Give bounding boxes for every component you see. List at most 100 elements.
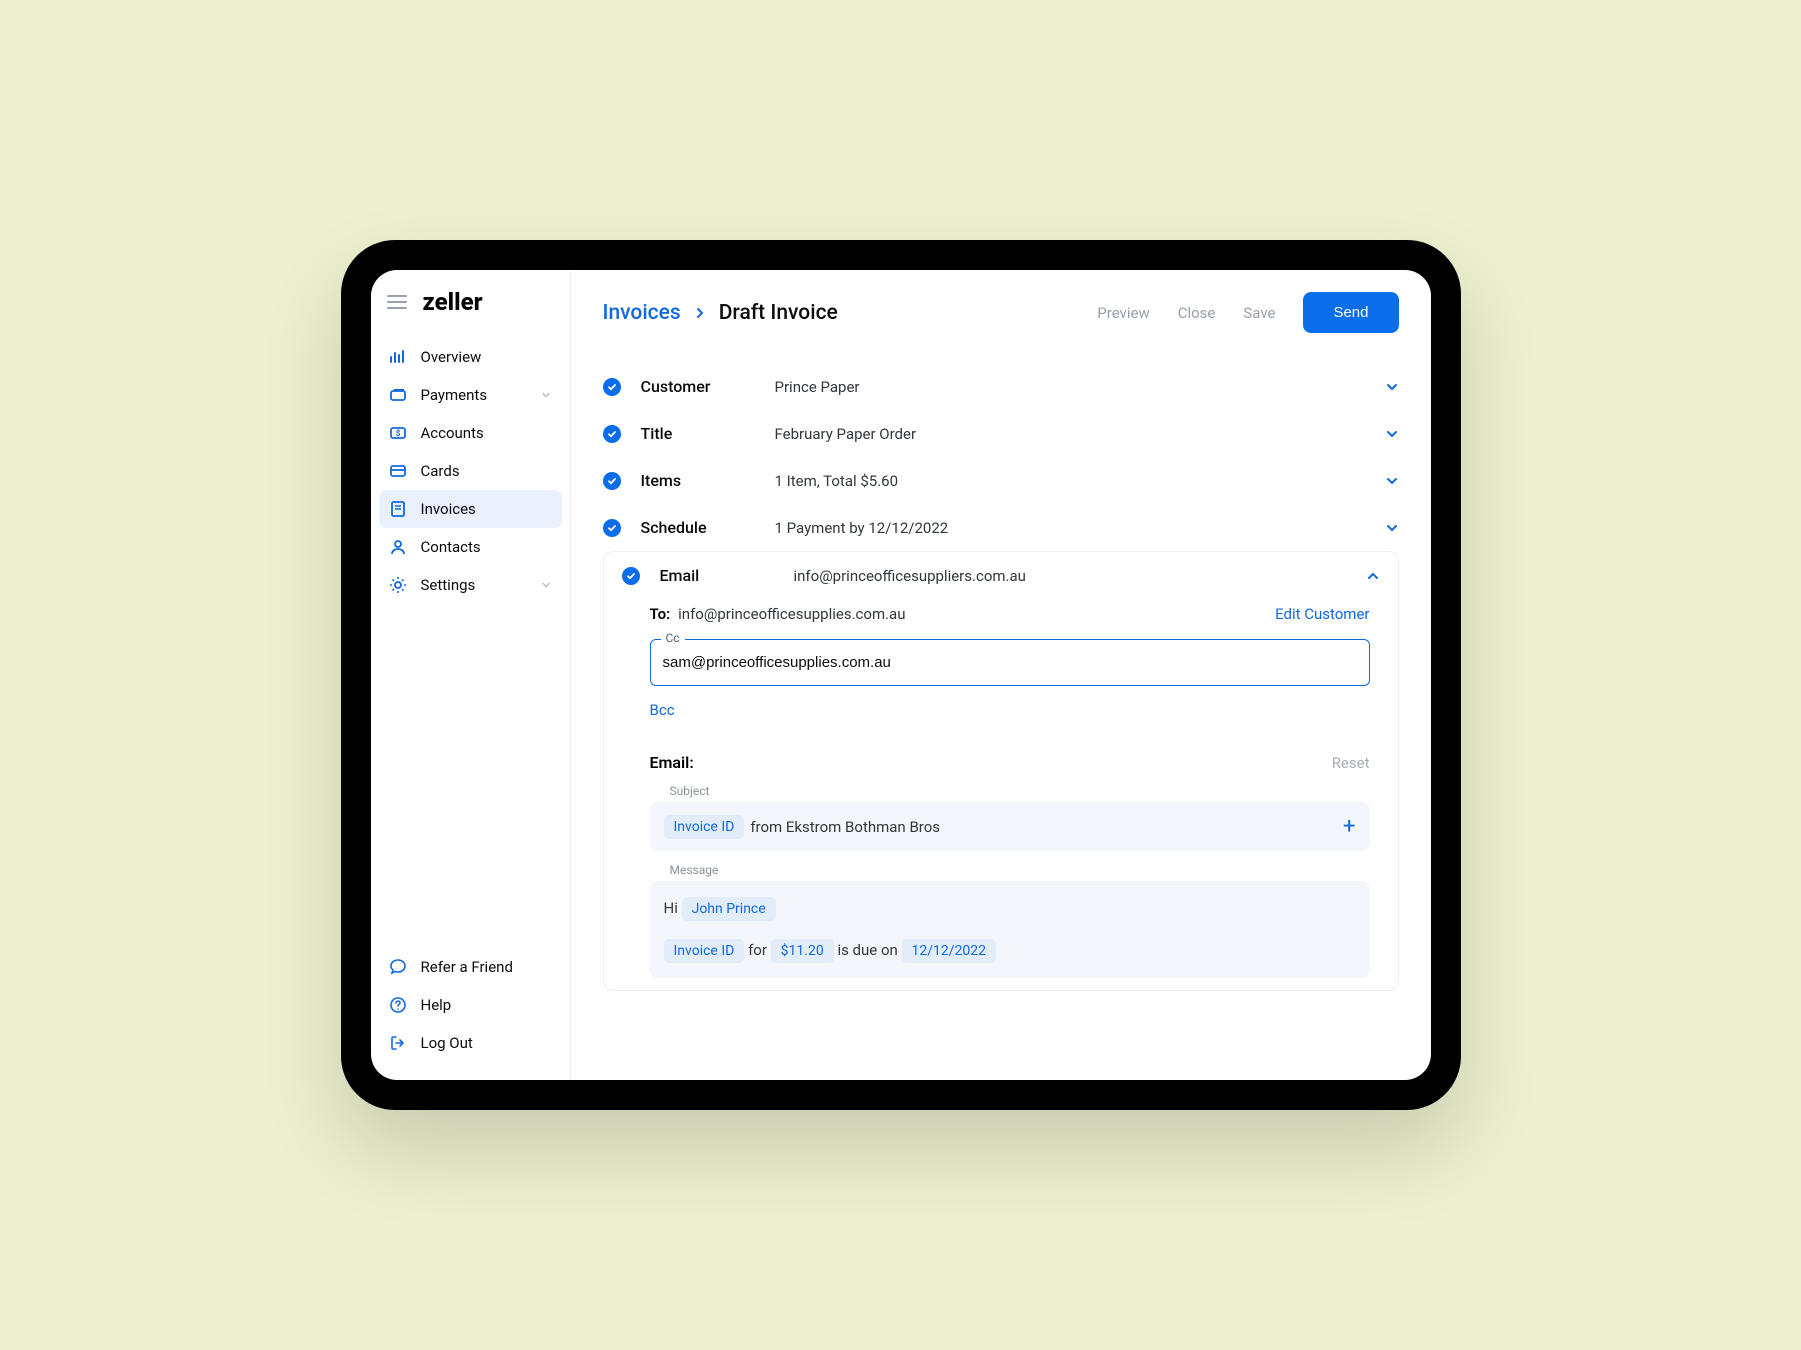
nav-label: Cards xyxy=(421,462,460,480)
section-items[interactable]: Items 1 Item, Total $5.60 xyxy=(603,457,1399,504)
help-icon xyxy=(389,996,407,1014)
invoices-icon xyxy=(389,500,407,518)
to-value: info@princeofficesupplies.com.au xyxy=(678,605,905,623)
msg-token-amount[interactable]: $11.20 xyxy=(771,939,834,963)
nav-label: Payments xyxy=(421,386,488,404)
contacts-icon xyxy=(389,538,407,556)
tablet-frame: zeller Overview Payments $ Accounts xyxy=(341,240,1461,1110)
sidebar-item-invoices[interactable]: Invoices xyxy=(379,490,562,528)
sidebar-item-contacts[interactable]: Contacts xyxy=(379,528,562,566)
msg-token-name[interactable]: John Prince xyxy=(682,897,776,921)
nav-label: Contacts xyxy=(421,538,481,556)
chevron-right-icon xyxy=(695,306,705,320)
subject-text: from Ekstrom Bothman Bros xyxy=(750,818,940,836)
nav-label: Overview xyxy=(421,348,482,366)
section-value: 1 Item, Total $5.60 xyxy=(775,472,899,490)
subject-input[interactable]: Invoice ID from Ekstrom Bothman Bros + xyxy=(650,802,1370,851)
sidebar-item-help[interactable]: Help xyxy=(379,986,562,1024)
top-actions: Preview Close Save Send xyxy=(1097,292,1398,333)
chevron-down-icon xyxy=(1385,474,1399,488)
sidebar-item-settings[interactable]: Settings xyxy=(379,566,562,604)
settings-icon xyxy=(389,576,407,594)
chat-icon xyxy=(389,958,407,976)
msg-token-date[interactable]: 12/12/2022 xyxy=(902,939,997,963)
bcc-link[interactable]: Bcc xyxy=(650,701,675,719)
cc-field[interactable]: Cc xyxy=(650,639,1370,686)
send-button[interactable]: Send xyxy=(1303,292,1398,333)
compose-label: Email: xyxy=(650,753,694,772)
section-value: 1 Payment by 12/12/2022 xyxy=(775,519,949,537)
subject-caption: Subject xyxy=(650,784,1370,798)
logout-icon xyxy=(389,1034,407,1052)
hamburger-icon[interactable] xyxy=(387,294,407,310)
section-label: Email xyxy=(652,566,782,585)
subject-block: Subject Invoice ID from Ekstrom Bothman … xyxy=(650,784,1370,851)
email-compose: Email: Reset Subject Invoice ID from Eks… xyxy=(650,753,1370,978)
message-input[interactable]: Hi John Prince Invoice ID for $11.20 is … xyxy=(650,881,1370,978)
content: Customer Prince Paper Title February Pap… xyxy=(571,343,1431,1080)
sidebar-item-logout[interactable]: Log Out xyxy=(379,1024,562,1062)
overview-icon xyxy=(389,348,407,366)
nav-label: Help xyxy=(421,996,452,1014)
chevron-down-icon xyxy=(540,579,552,591)
message-caption: Message xyxy=(650,863,1370,877)
breadcrumb-parent[interactable]: Invoices xyxy=(603,301,681,325)
chevron-up-icon xyxy=(1366,569,1380,583)
close-button[interactable]: Close xyxy=(1178,304,1216,322)
nav-label: Log Out xyxy=(421,1034,473,1052)
svg-text:$: $ xyxy=(395,429,400,438)
compose-header: Email: Reset xyxy=(650,753,1370,772)
sidebar-item-refer[interactable]: Refer a Friend xyxy=(379,948,562,986)
section-label: Items xyxy=(633,471,763,490)
chevron-down-icon xyxy=(540,389,552,401)
msg-due: is due on xyxy=(837,941,897,959)
check-icon xyxy=(603,378,621,396)
sidebar-item-payments[interactable]: Payments xyxy=(379,376,562,414)
subject-token-invoice-id[interactable]: Invoice ID xyxy=(664,815,745,839)
main-nav: Overview Payments $ Accounts Cards xyxy=(371,330,570,948)
section-label: Customer xyxy=(633,377,763,396)
sidebar-item-accounts[interactable]: $ Accounts xyxy=(379,414,562,452)
preview-button[interactable]: Preview xyxy=(1097,304,1149,322)
section-label: Title xyxy=(633,424,763,443)
nav-label: Refer a Friend xyxy=(421,958,513,976)
sidebar: zeller Overview Payments $ Accounts xyxy=(371,270,571,1080)
cards-icon xyxy=(389,462,407,480)
message-block: Message Hi John Prince Invoice ID for xyxy=(650,863,1370,978)
payments-icon xyxy=(389,386,407,404)
section-schedule[interactable]: Schedule 1 Payment by 12/12/2022 xyxy=(603,504,1399,551)
msg-hi: Hi xyxy=(664,899,678,917)
chevron-down-icon xyxy=(1385,380,1399,394)
edit-customer-link[interactable]: Edit Customer xyxy=(1275,605,1369,623)
check-icon xyxy=(603,472,621,490)
accounts-icon: $ xyxy=(389,424,407,442)
cc-label: Cc xyxy=(661,631,685,645)
section-title[interactable]: Title February Paper Order xyxy=(603,410,1399,457)
section-value: Prince Paper xyxy=(775,378,860,396)
sidebar-item-overview[interactable]: Overview xyxy=(379,338,562,376)
sidebar-footer: Refer a Friend Help Log Out xyxy=(371,948,570,1080)
section-label: Schedule xyxy=(633,518,763,537)
app-screen: zeller Overview Payments $ Accounts xyxy=(371,270,1431,1080)
section-email-header[interactable]: Email info@princeofficesuppliers.com.au xyxy=(604,552,1398,599)
cc-input[interactable] xyxy=(651,640,1369,685)
msg-for: for xyxy=(748,941,767,959)
to-label: To: xyxy=(650,605,671,623)
email-to-row: To: info@princeofficesupplies.com.au Edi… xyxy=(650,599,1370,639)
email-panel: Email info@princeofficesuppliers.com.au … xyxy=(603,551,1399,991)
check-icon xyxy=(603,519,621,537)
check-icon xyxy=(603,425,621,443)
chevron-down-icon xyxy=(1385,427,1399,441)
nav-label: Invoices xyxy=(421,500,476,518)
email-body: To: info@princeofficesupplies.com.au Edi… xyxy=(604,599,1398,978)
section-value: info@princeofficesuppliers.com.au xyxy=(794,567,1026,585)
breadcrumb-current: Draft Invoice xyxy=(719,301,838,325)
plus-icon[interactable]: + xyxy=(1343,814,1355,839)
sidebar-item-cards[interactable]: Cards xyxy=(379,452,562,490)
nav-label: Accounts xyxy=(421,424,484,442)
save-button[interactable]: Save xyxy=(1243,304,1275,322)
section-customer[interactable]: Customer Prince Paper xyxy=(603,363,1399,410)
main: Invoices Draft Invoice Preview Close Sav… xyxy=(571,270,1431,1080)
msg-token-invoice-id[interactable]: Invoice ID xyxy=(664,939,745,963)
reset-link[interactable]: Reset xyxy=(1332,754,1370,772)
